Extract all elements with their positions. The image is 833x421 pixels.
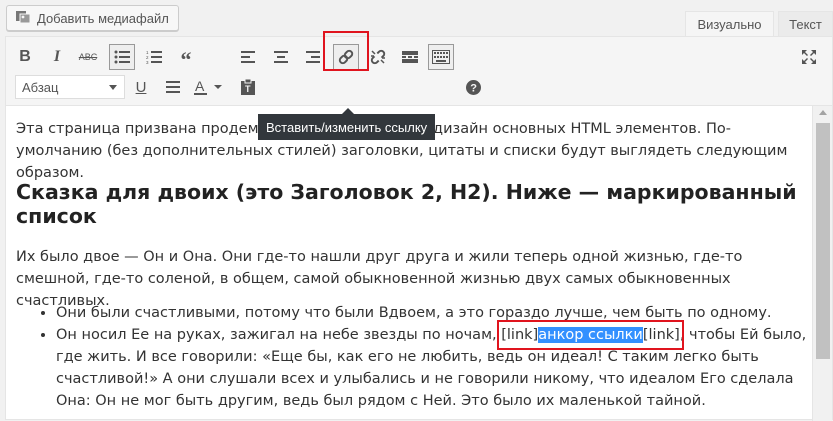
strikethrough-button[interactable]: ABC [75, 44, 101, 70]
align-left-button[interactable] [235, 44, 261, 70]
justify-icon [166, 81, 180, 93]
paste-text-icon: T [241, 79, 255, 95]
editor-scrollbar[interactable] [812, 106, 832, 421]
list-item: Они были счастливыми, потому что были Вд… [56, 302, 812, 324]
underline-button[interactable]: U [128, 74, 154, 100]
scrollbar-thumb[interactable] [816, 123, 830, 359]
chevron-down-icon [109, 85, 117, 90]
numbered-list-button[interactable]: 123 [141, 44, 167, 70]
scroll-up-arrow-icon[interactable] [819, 110, 827, 115]
list-item: Он носил Ее на руках, зажигал на небе зв… [56, 320, 812, 412]
link-close-tag: [link] [642, 327, 680, 343]
underline-icon: U [135, 78, 147, 96]
bullet-list-icon [114, 50, 130, 64]
svg-text:?: ? [470, 82, 477, 94]
toolbar-toggle-button[interactable] [428, 44, 454, 70]
text-color-icon: A [194, 78, 226, 96]
svg-text:A: A [195, 78, 205, 94]
italic-icon: I [53, 48, 61, 65]
add-media-label: Добавить медиафайл [37, 10, 169, 26]
tab-text[interactable]: Текст [778, 11, 833, 37]
svg-text:3: 3 [146, 60, 149, 64]
help-button[interactable]: ? [460, 74, 486, 100]
fullscreen-icon [801, 49, 817, 65]
bullet-list: Они были счастливыми, потому что были Вд… [34, 302, 812, 412]
list-item-text-before: Он носил Ее на руках, зажигал на небе зв… [56, 327, 502, 343]
paste-text-button[interactable]: T [235, 74, 261, 100]
selected-anchor-text[interactable]: анкор ссылки [538, 327, 643, 343]
bullet-list-button[interactable] [109, 44, 135, 70]
italic-button[interactable]: I [44, 44, 70, 70]
content-heading: Сказка для двоих (это Заголовок 2, Н2). … [16, 180, 797, 228]
anchor-highlight: [link]анкор ссылки[link] [497, 320, 684, 350]
fullscreen-button[interactable] [796, 44, 822, 70]
toolbar-toggle-icon [432, 50, 450, 64]
blockquote-icon: “ [180, 47, 192, 72]
tab-visual[interactable]: Визуально [685, 11, 774, 37]
add-media-button[interactable]: Добавить медиафайл [6, 5, 179, 31]
blockquote-button[interactable]: “ [173, 44, 199, 72]
link-open-tag: [link] [501, 327, 539, 343]
justify-button[interactable] [160, 74, 186, 100]
editor-frame: B I ABC 123 “ Абзац U A T ? Эта страница… [5, 31, 833, 421]
editor-toolbar: B I ABC 123 “ Абзац U A T ? [6, 37, 832, 106]
bold-icon: B [19, 48, 31, 65]
align-center-button[interactable] [268, 44, 294, 70]
numbered-list-icon: 123 [146, 50, 162, 64]
read-more-icon [402, 51, 418, 63]
align-right-icon [306, 51, 320, 63]
bold-button[interactable]: B [12, 44, 38, 70]
link-button-highlight [323, 31, 369, 71]
format-select-value: Абзац [22, 79, 59, 95]
svg-text:T: T [245, 84, 251, 94]
align-left-icon [241, 51, 255, 63]
help-icon: ? [465, 79, 481, 95]
align-center-icon [274, 51, 288, 63]
text-color-button[interactable]: A [192, 74, 228, 100]
link-tooltip: Вставить/изменить ссылку [258, 108, 436, 140]
media-icon [15, 9, 31, 28]
strikethrough-icon: ABC [78, 52, 98, 62]
unlink-icon [370, 49, 386, 65]
read-more-button[interactable] [397, 44, 423, 70]
editor-content[interactable]: Эта страница призвана продемонстрировать… [6, 106, 812, 421]
format-select[interactable]: Абзац [15, 75, 125, 99]
